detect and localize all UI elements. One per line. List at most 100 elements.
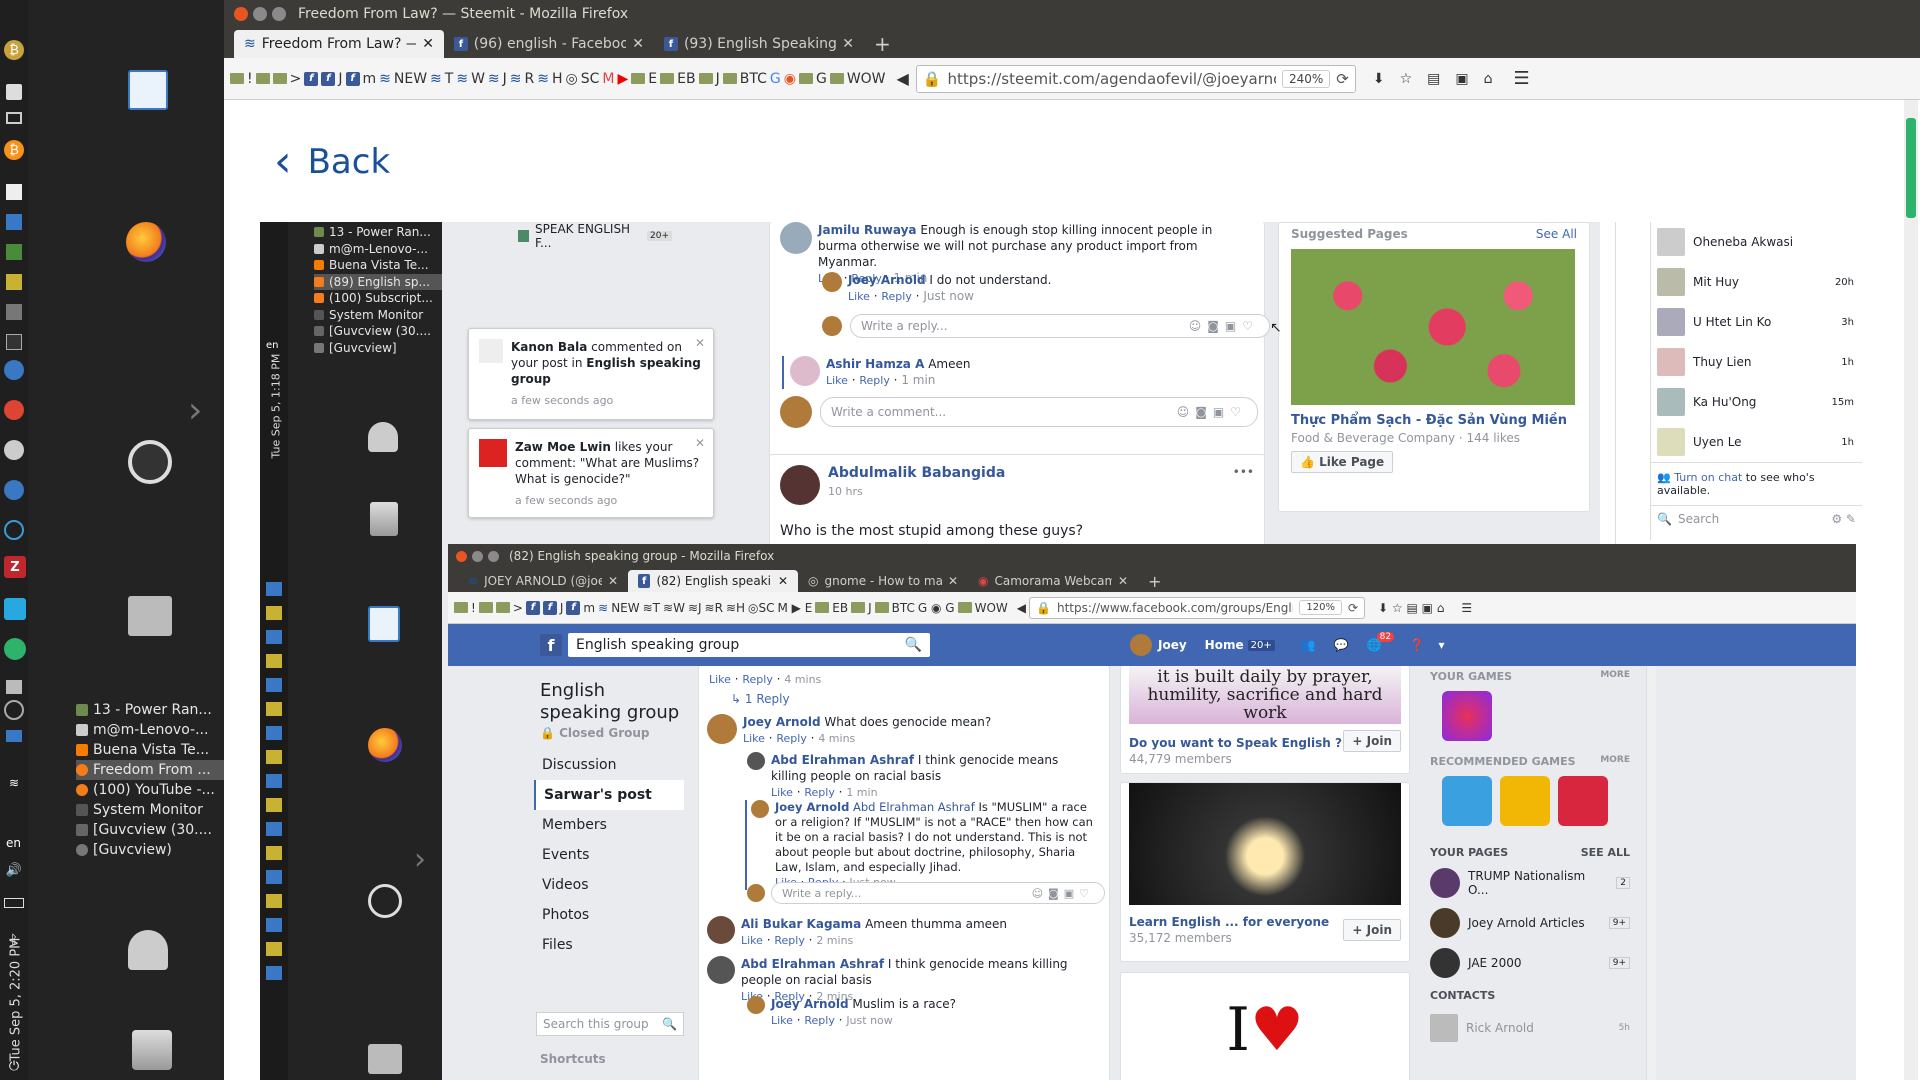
bookmark[interactable]: ≋ R bbox=[510, 71, 534, 87]
download-icon[interactable]: ⬇ bbox=[1373, 71, 1385, 87]
bookmark[interactable]: ◎ SC bbox=[566, 71, 600, 87]
bookmark[interactable]: EB bbox=[660, 71, 696, 87]
reload-icon[interactable]: ⟳ bbox=[1336, 70, 1349, 88]
bookmark[interactable]: M ▶ E bbox=[602, 71, 657, 87]
url-bar[interactable]: 🔒 https://steemit.com/agendaofevil/@joey… bbox=[915, 64, 1356, 93]
zoom-level[interactable]: 240% bbox=[1281, 69, 1331, 88]
menu-icon[interactable]: ☰ bbox=[1514, 68, 1530, 89]
maximize-button[interactable] bbox=[272, 7, 286, 21]
text-editor-icon[interactable] bbox=[6, 184, 22, 200]
send-icon[interactable] bbox=[4, 638, 26, 660]
photos-icon[interactable] bbox=[4, 598, 26, 620]
facebook-icon: f bbox=[664, 37, 678, 51]
monitor-icon[interactable] bbox=[6, 730, 22, 742]
new-tab-button[interactable]: + bbox=[864, 30, 901, 58]
inner-url-bar: 🔒 https://www.facebook.com/groups/English… bbox=[1029, 596, 1366, 619]
drive-icon[interactable] bbox=[6, 112, 22, 124]
document-icon[interactable] bbox=[128, 70, 168, 110]
spreadsheet-icon[interactable] bbox=[6, 244, 22, 260]
page-scrollbar[interactable] bbox=[1904, 100, 1918, 1080]
tab-english-speaking[interactable]: f (93) English Speaking ✕ bbox=[654, 30, 864, 58]
bookmark[interactable]: J bbox=[698, 71, 720, 87]
terminal-icon[interactable] bbox=[6, 334, 22, 350]
document-icon[interactable] bbox=[6, 84, 22, 100]
battery-icon[interactable] bbox=[4, 898, 24, 908]
bookmark[interactable]: fm bbox=[345, 71, 376, 87]
window-item[interactable]: System Monitor bbox=[76, 800, 248, 820]
chevron-right-icon[interactable]: › bbox=[188, 390, 202, 431]
love-image: I ♥ bbox=[1129, 973, 1401, 1080]
inner-window-list: 13 - Power Ran... m@m-Lenovo-... Buena V… bbox=[314, 224, 442, 356]
camera-icon[interactable] bbox=[6, 680, 22, 694]
window-item[interactable]: Buena Vista Te... bbox=[76, 740, 248, 760]
window-item[interactable]: (100) YouTube -... bbox=[76, 780, 248, 800]
window-item[interactable]: 13 - Power Ran... bbox=[76, 700, 248, 720]
window-item[interactable]: [Guvcview) bbox=[76, 840, 248, 860]
bookmark[interactable]: > bbox=[272, 71, 301, 87]
power-icon[interactable]: ⏻ bbox=[4, 1056, 24, 1076]
home-icon[interactable]: ⌂ bbox=[1484, 71, 1493, 87]
back-arrow-icon[interactable]: ◀ bbox=[897, 69, 909, 88]
library-icon[interactable]: ▤ bbox=[1427, 71, 1440, 87]
toolbar: ! > ffJ fm ≋ NEW ≋ T ≋ W ≋ J ≋ R ≋ H ◎ SC M ▶ E E… bbox=[224, 58, 1920, 100]
star-icon[interactable]: ☆ bbox=[1400, 71, 1413, 87]
clock[interactable]: Tue Sep 5, 2:20 PM bbox=[9, 938, 24, 1062]
ubuntu-icon[interactable] bbox=[4, 400, 24, 420]
volume-icon[interactable]: 🔊 bbox=[4, 860, 24, 880]
fb-user-name: Joey bbox=[1158, 638, 1187, 652]
bookmark[interactable]: ! bbox=[230, 71, 253, 87]
bookmark[interactable]: G ◉ G bbox=[770, 71, 827, 87]
close-window-button[interactable] bbox=[234, 7, 248, 21]
folder-icon[interactable] bbox=[6, 274, 22, 290]
tab-steemit[interactable]: ≋ Freedom From Law? — ✕ bbox=[234, 30, 444, 58]
firefox-icon[interactable] bbox=[126, 222, 166, 262]
atom-icon[interactable] bbox=[4, 520, 24, 540]
group-image-guitar bbox=[1129, 783, 1401, 905]
bitcoin-icon[interactable]: ₿ bbox=[4, 140, 24, 160]
bookmark[interactable]: ≋ W bbox=[456, 71, 485, 87]
webcam-icon[interactable] bbox=[4, 440, 24, 460]
bookmark[interactable]: WOW bbox=[829, 71, 886, 87]
window-item[interactable]: m@m-Lenovo-... bbox=[76, 720, 248, 740]
nav-discussion: Discussion bbox=[542, 757, 617, 773]
file-cabinet-icon[interactable] bbox=[128, 596, 172, 636]
printer-icon[interactable] bbox=[6, 304, 22, 320]
close-icon[interactable]: ✕ bbox=[422, 36, 434, 52]
youtube-icon[interactable]: ▣ bbox=[1455, 71, 1468, 87]
wifi-icon[interactable]: ≋ bbox=[2, 774, 26, 792]
bookmark[interactable]: ≋ J bbox=[488, 71, 507, 87]
ubuntu-icon[interactable] bbox=[128, 440, 172, 484]
tab-facebook-english[interactable]: f (96) english - Faceboo ✕ bbox=[444, 30, 654, 58]
url-text[interactable]: https://steemit.com/agendaofevil/@joeyar… bbox=[948, 70, 1276, 88]
disk-icon[interactable] bbox=[4, 700, 24, 720]
inner-tab: ◉Camorama Webcam V✕ bbox=[978, 574, 1128, 588]
close-icon[interactable]: ✕ bbox=[842, 36, 854, 52]
browser-icon[interactable] bbox=[4, 360, 24, 380]
user-icon[interactable] bbox=[128, 930, 168, 970]
nav-members: Members bbox=[542, 817, 607, 833]
inner-title-bar: (82) English speaking group - Mozilla Fi… bbox=[448, 544, 1856, 568]
bookmark[interactable] bbox=[255, 73, 270, 84]
bookmark[interactable]: ffJ bbox=[304, 71, 343, 87]
bookmark[interactable]: BTC bbox=[722, 71, 767, 87]
close-icon[interactable]: ✕ bbox=[632, 36, 644, 52]
filezilla-icon[interactable]: Z bbox=[4, 556, 26, 578]
calendar-icon[interactable] bbox=[6, 214, 22, 230]
avatar bbox=[479, 439, 507, 467]
bookmark[interactable]: ≋ T bbox=[430, 71, 453, 87]
more-options-icon: ••• bbox=[1232, 465, 1254, 479]
back-link[interactable]: ‹ Back bbox=[274, 140, 390, 184]
page-item: Joey Arnold Articles 9+ bbox=[1430, 903, 1630, 943]
chromium-icon[interactable] bbox=[4, 480, 24, 500]
page-item: JAE 2000 9+ bbox=[1430, 943, 1630, 983]
bookmark[interactable]: ≋ H bbox=[537, 71, 562, 87]
window-item[interactable]: [Guvcview (30.... bbox=[76, 820, 248, 840]
trash-icon[interactable] bbox=[132, 1030, 172, 1070]
scrollbar-thumb[interactable] bbox=[1906, 118, 1916, 218]
minimize-button[interactable] bbox=[253, 7, 267, 21]
window-item-active[interactable]: Freedom From ... bbox=[76, 760, 248, 780]
keyboard-layout[interactable]: en bbox=[6, 836, 21, 850]
facebook-icon: f bbox=[454, 37, 468, 51]
bookmark[interactable]: ≋ NEW bbox=[379, 71, 427, 87]
bitcoin-icon[interactable]: ₿ bbox=[4, 40, 24, 60]
